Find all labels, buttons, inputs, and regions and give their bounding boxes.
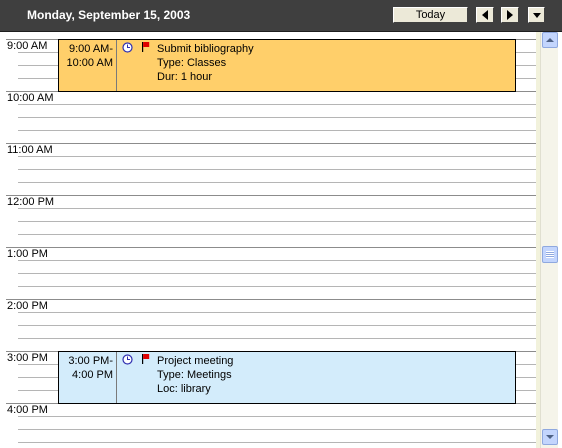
- slot-line: [18, 260, 536, 261]
- appointment-time: 3:00 PM- 4:00 PM: [59, 352, 117, 403]
- hour-line: [6, 143, 536, 144]
- today-button[interactable]: Today: [393, 7, 468, 23]
- slot-line: [18, 273, 536, 274]
- slot-line: [18, 169, 536, 170]
- time-label-10am: 10:00 AM: [7, 92, 54, 104]
- scroll-thumb[interactable]: [542, 246, 558, 263]
- time-label-11am: 11:00 AM: [7, 144, 53, 156]
- appointment-type: Type: Meetings: [157, 369, 232, 381]
- slot-line: [18, 416, 536, 417]
- time-label-9am: 9:00 AM: [7, 40, 48, 52]
- slot-line: [18, 208, 536, 209]
- hour-line: [6, 299, 536, 300]
- time-label-1pm: 1:00 PM: [7, 248, 48, 260]
- time-label-4pm: 4:00 PM: [7, 404, 48, 416]
- slot-line: [18, 429, 536, 430]
- vertical-scrollbar[interactable]: [540, 32, 558, 448]
- appointment-project-meeting[interactable]: 3:00 PM- 4:00 PM Project meeting Type: M…: [58, 351, 516, 404]
- chevron-up-icon: [546, 38, 554, 42]
- appointment-end: 10:00 AM: [66, 57, 113, 69]
- slot-line: [18, 338, 536, 339]
- grip-icon: [546, 251, 554, 258]
- appointment-end: 4:00 PM: [72, 369, 113, 381]
- time-label-12pm: 12:00 PM: [7, 196, 55, 208]
- appointment-start: 9:00 AM-: [68, 43, 113, 55]
- calendar-header: Monday, September 15, 2003 Today: [0, 0, 562, 32]
- appointment-time: 9:00 AM- 10:00 AM: [59, 40, 117, 91]
- slot-line: [18, 182, 536, 183]
- slot-line: [18, 234, 536, 235]
- view-menu-button[interactable]: [528, 7, 545, 23]
- clock-icon: [122, 354, 133, 365]
- slot-line: [18, 130, 536, 131]
- clock-icon: [122, 42, 133, 53]
- appointment-start: 3:00 PM-: [68, 355, 113, 367]
- time-label-2pm: 2:00 PM: [7, 300, 48, 312]
- scroll-up-button[interactable]: [542, 32, 558, 48]
- scroll-down-button[interactable]: [542, 429, 558, 445]
- appointment-type: Type: Classes: [157, 57, 227, 69]
- slot-line: [18, 286, 536, 287]
- slot-line: [18, 117, 536, 118]
- slot-line: [18, 221, 536, 222]
- slot-line: [18, 104, 536, 105]
- slot-line: [18, 156, 536, 157]
- slot-line: [18, 312, 536, 313]
- day-grid[interactable]: 9:00 AM 10:00 AM 11:00 AM 12:00 PM 1:00 …: [0, 32, 540, 448]
- time-label-3pm: 3:00 PM: [7, 352, 48, 364]
- arrow-right-icon: [507, 10, 513, 20]
- appointment-duration: Dur: 1 hour: [157, 71, 213, 83]
- next-day-button[interactable]: [501, 7, 519, 23]
- date-title: Monday, September 15, 2003: [27, 8, 191, 22]
- chevron-down-icon: [546, 435, 554, 439]
- appointment-details: Submit bibliography Type: Classes Dur: 1…: [157, 42, 254, 84]
- previous-day-button[interactable]: [476, 7, 494, 23]
- arrow-left-icon: [482, 10, 488, 20]
- flag-icon: [142, 42, 150, 52]
- appointment-location: Loc: library: [157, 383, 211, 395]
- slot-line: [18, 442, 536, 443]
- hour-line: [6, 195, 536, 196]
- slot-line: [18, 325, 536, 326]
- hour-line: [6, 247, 536, 248]
- appointment-subject: Project meeting: [157, 355, 234, 367]
- appointment-subject: Submit bibliography: [157, 43, 254, 55]
- flag-icon: [142, 354, 150, 364]
- chevron-down-icon: [532, 12, 541, 18]
- appointment-details: Project meeting Type: Meetings Loc: libr…: [157, 354, 233, 396]
- appointment-submit-bibliography[interactable]: 9:00 AM- 10:00 AM Submit bibliography Ty…: [58, 39, 516, 92]
